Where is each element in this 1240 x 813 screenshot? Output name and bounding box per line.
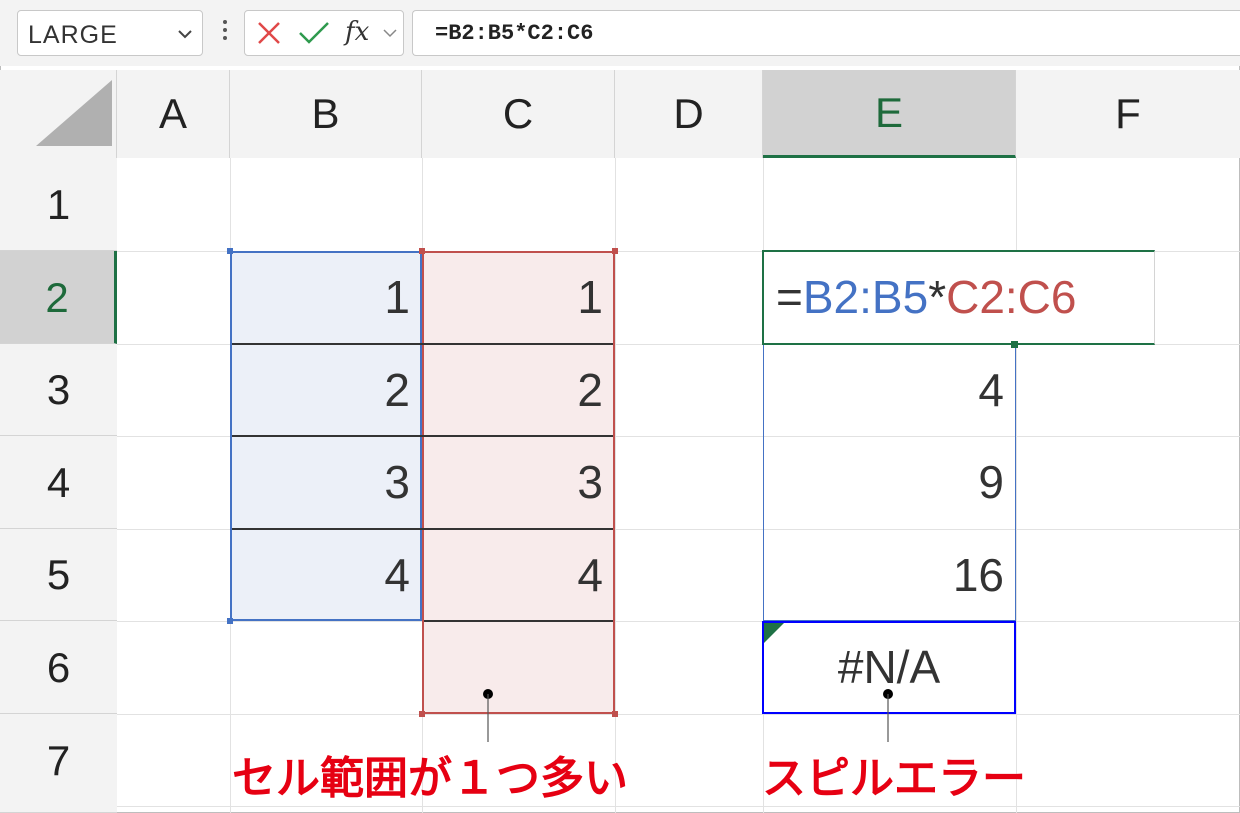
formula-ref-b: B2:B5: [802, 271, 929, 323]
select-all-triangle-icon: [36, 80, 112, 146]
formula-operator: *: [928, 271, 947, 323]
column-header-a[interactable]: A: [117, 70, 230, 158]
formula-bar: LARGE fx =B2:B5*C2:C6: [0, 0, 1240, 66]
row-header-4[interactable]: 4: [0, 436, 117, 529]
cell-b5[interactable]: 4: [230, 529, 422, 621]
name-box[interactable]: LARGE: [17, 10, 203, 56]
formula-equals: =: [776, 271, 803, 323]
gridline: [117, 806, 1240, 807]
chevron-down-icon[interactable]: [176, 25, 194, 43]
row-header-2[interactable]: 2: [0, 251, 117, 344]
annotation-spill-error: スピルエラー: [762, 753, 1026, 804]
range-handle[interactable]: [419, 711, 425, 717]
column-header-b[interactable]: B: [230, 70, 422, 158]
column-header-f[interactable]: F: [1016, 70, 1240, 158]
error-indicator-icon[interactable]: [764, 623, 786, 645]
more-icon[interactable]: [220, 16, 230, 50]
gridline: [117, 714, 1240, 715]
column-header-c[interactable]: C: [422, 70, 615, 158]
annotation-range-extra: セル範囲が１つ多い: [232, 753, 628, 804]
formula-input[interactable]: =B2:B5*C2:C6: [412, 10, 1240, 56]
formula-text: =B2:B5*C2:C6: [435, 21, 594, 46]
cancel-icon[interactable]: [255, 11, 283, 55]
fx-icon[interactable]: fx: [345, 17, 369, 47]
enter-icon[interactable]: [297, 11, 331, 55]
cell-e3[interactable]: 4: [763, 344, 1016, 436]
cell-e6-error[interactable]: #N/A: [762, 621, 1016, 714]
range-handle[interactable]: [612, 711, 618, 717]
cell-e2-editing[interactable]: =B2:B5*C2:C6: [762, 250, 1155, 345]
row-header-6[interactable]: 6: [0, 621, 117, 714]
row-header-3[interactable]: 3: [0, 344, 117, 436]
column-header-d[interactable]: D: [615, 70, 763, 158]
row-header-7[interactable]: 7: [0, 714, 117, 813]
cell-e4[interactable]: 9: [763, 436, 1016, 529]
cell-c2[interactable]: 1: [422, 251, 615, 344]
cell-b2[interactable]: 1: [230, 251, 422, 344]
cell-e5[interactable]: 16: [763, 529, 1016, 621]
select-all-corner[interactable]: [0, 70, 117, 158]
chevron-down-icon[interactable]: [381, 11, 399, 55]
gridline: [117, 621, 1240, 622]
formula-buttons: fx: [244, 10, 404, 56]
row-header-5[interactable]: 5: [0, 529, 117, 621]
cell-c4[interactable]: 3: [422, 436, 615, 529]
cell-c3[interactable]: 2: [422, 344, 615, 436]
cell-b3[interactable]: 2: [230, 344, 422, 436]
name-box-value: LARGE: [28, 21, 118, 49]
cell-c5[interactable]: 4: [422, 529, 615, 621]
formula-ref-c: C2:C6: [946, 271, 1077, 323]
column-header-e[interactable]: E: [763, 70, 1016, 158]
cell-b4[interactable]: 3: [230, 436, 422, 529]
row-header-1[interactable]: 1: [0, 158, 117, 251]
